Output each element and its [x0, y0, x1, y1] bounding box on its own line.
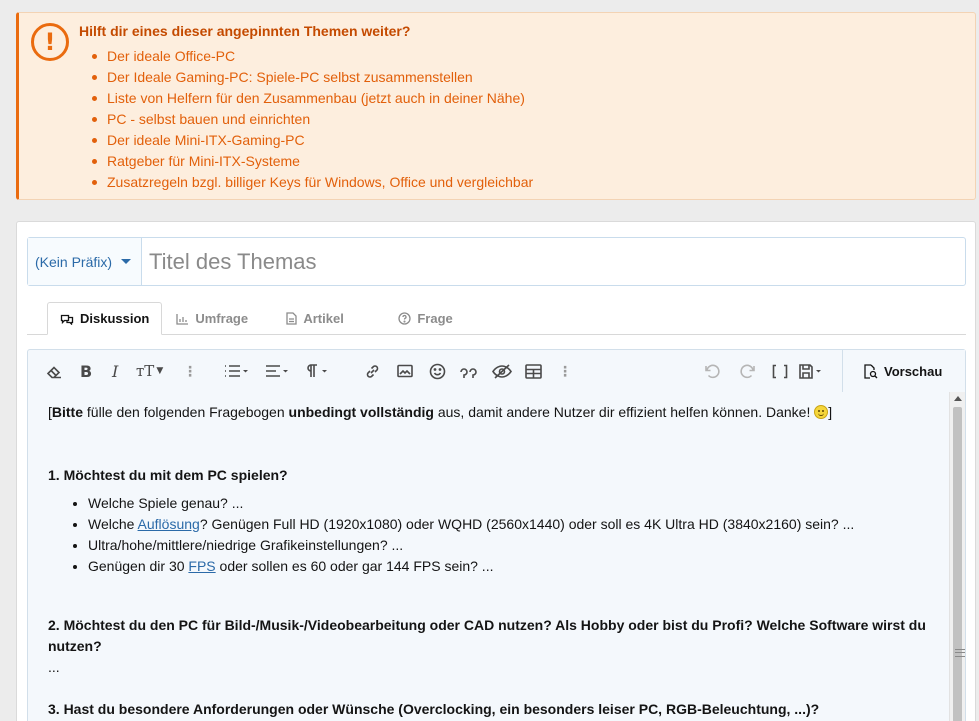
smile-icon[interactable]	[429, 360, 446, 382]
font-size-icon[interactable]: тT ▼	[136, 360, 163, 382]
editor-content[interactable]: [Bitte fülle den folgenden Fragebogen un…	[28, 392, 950, 721]
align-icon[interactable]	[265, 360, 289, 382]
list-item: Genügen dir 30 FPS oder sollen es 60 ode…	[88, 556, 950, 577]
resolution-link[interactable]: Auflösung	[138, 516, 200, 532]
pinned-link[interactable]: PC - selbst bauen und einrichten	[89, 109, 533, 130]
drafts-icon[interactable]	[799, 360, 827, 382]
tab-label: Artikel	[303, 311, 344, 326]
comments-icon	[60, 314, 74, 325]
list-item: Welche Auflösung? Genügen Full HD (1920x…	[88, 514, 950, 535]
tab-frage[interactable]: Frage	[386, 302, 476, 335]
quote-icon[interactable]	[459, 360, 479, 382]
prefix-select[interactable]: (Kein Präfix)	[28, 238, 142, 285]
thread-title-input[interactable]	[142, 238, 965, 285]
pinned-links-list: Der ideale Office-PC Der Ideale Gaming-P…	[89, 46, 533, 193]
list-item: Welche Spiele genau? ...	[88, 493, 950, 514]
pinned-link[interactable]: Ratgeber für Mini-ITX-Systeme	[89, 151, 533, 172]
resize-grip-icon	[955, 649, 965, 657]
editor-scrollbar[interactable]	[949, 392, 965, 721]
smile-emoji-icon	[814, 405, 829, 419]
thread-title-row: (Kein Präfix)	[27, 237, 966, 286]
preview-button[interactable]: Vorschau	[842, 350, 965, 392]
rich-text-editor: B I тT ▼ ⋮ ⋮ Vorschau [Bitte fülle den f…	[27, 349, 966, 721]
tab-label: Frage	[417, 311, 453, 326]
pinned-link[interactable]: Der ideale Mini-ITX-Gaming-PC	[89, 130, 533, 151]
pinned-threads-notice: ! Hilft dir eines dieser angepinnten The…	[16, 12, 976, 200]
link-icon[interactable]	[364, 360, 381, 382]
eraser-icon[interactable]	[46, 360, 63, 382]
fps-link[interactable]: FPS	[188, 558, 215, 574]
bold-icon[interactable]: B	[80, 360, 92, 382]
list-item: Ultra/hohe/mittlere/niedrige Grafikeinst…	[88, 535, 950, 556]
spoiler-icon[interactable]	[492, 360, 512, 382]
preview-label: Vorschau	[884, 363, 943, 379]
caret-down-icon	[121, 259, 132, 264]
tab-diskussion[interactable]: Diskussion	[47, 302, 163, 335]
bar-chart-icon	[176, 313, 189, 325]
search-file-icon	[864, 363, 878, 379]
thread-type-tabs: Diskussion Umfrage Artikel Frage	[47, 302, 476, 335]
question-circle-icon	[398, 312, 412, 325]
more-icon[interactable]: ⋮	[183, 360, 197, 382]
answer-text: ...	[48, 659, 60, 675]
intro-paragraph: [Bitte fülle den folgenden Fragebogen un…	[48, 404, 833, 420]
table-icon[interactable]	[525, 360, 542, 382]
scroll-thumb[interactable]	[953, 407, 965, 721]
editor-toolbar: B I тT ▼ ⋮ ⋮ Vorschau	[28, 350, 965, 392]
question-heading: 2. Möchtest du den PC für Bild-/Musik-/V…	[48, 617, 926, 654]
pinned-link[interactable]: Der Ideale Gaming-PC: Spiele-PC selbst z…	[89, 67, 533, 88]
pinned-link[interactable]: Der ideale Office-PC	[89, 46, 533, 67]
tab-umfrage[interactable]: Umfrage	[162, 302, 274, 335]
tab-label: Umfrage	[195, 311, 249, 326]
exclamation-circle-icon: !	[31, 23, 69, 61]
more-icon[interactable]: ⋮	[558, 360, 572, 382]
list-icon[interactable]	[224, 360, 248, 382]
question-heading: 3. Hast du besondere Anforderungen oder …	[48, 701, 820, 717]
tab-artikel[interactable]: Artikel	[274, 302, 386, 335]
pinned-link[interactable]: Zusatzregeln bzgl. billiger Keys für Win…	[89, 172, 533, 193]
italic-icon[interactable]: I	[112, 360, 118, 382]
scroll-up-arrow-icon[interactable]	[954, 396, 962, 401]
redo-icon[interactable]	[738, 360, 756, 382]
pinned-link[interactable]: Liste von Helfern für den Zusammenbau (j…	[89, 88, 533, 109]
question-list: Welche Spiele genau? ... Welche Auflösun…	[48, 493, 950, 577]
notice-title: Hilft dir eines dieser angepinnten Theme…	[79, 23, 411, 39]
question-heading: 1. Möchtest du mit dem PC spielen?	[48, 467, 288, 483]
undo-icon[interactable]	[704, 360, 722, 382]
new-thread-form: (Kein Präfix) Diskussion Umfrage Artikel…	[16, 221, 976, 721]
bbcode-icon[interactable]	[772, 360, 788, 382]
tab-label: Diskussion	[80, 311, 150, 326]
image-icon[interactable]	[397, 360, 413, 382]
file-icon	[286, 312, 298, 325]
prefix-label: (Kein Präfix)	[35, 253, 113, 270]
paragraph-icon[interactable]	[305, 360, 329, 382]
